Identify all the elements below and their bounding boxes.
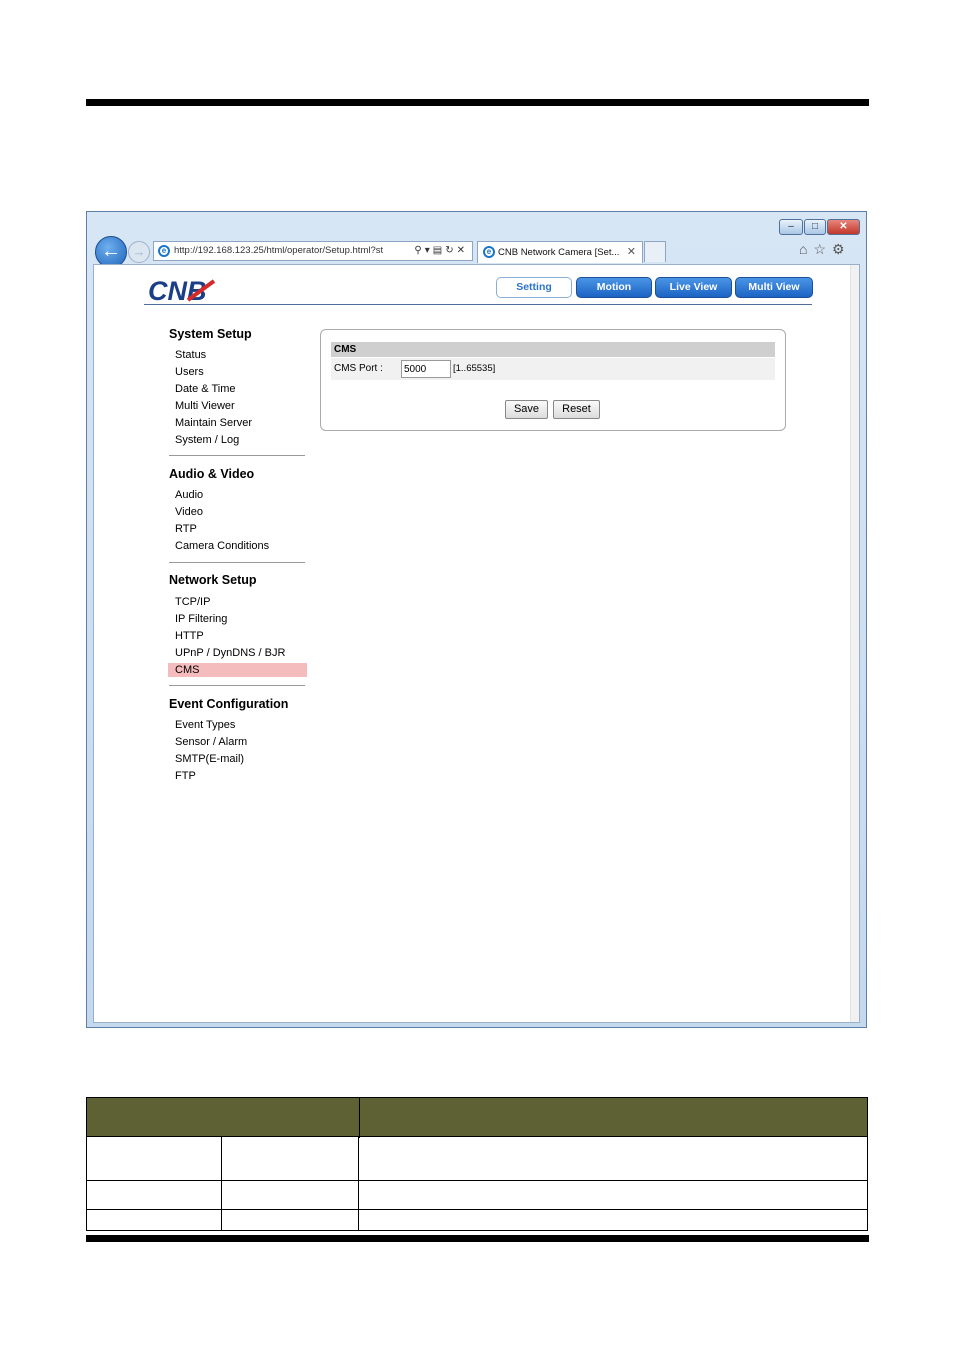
table-column-divider (221, 1137, 222, 1231)
tools-gear-icon[interactable]: ⚙ (832, 241, 851, 257)
menu-item-tcp-ip[interactable]: TCP/IP (175, 596, 210, 608)
menu-item-smtp-email[interactable]: SMTP(E-mail) (175, 753, 244, 765)
document-top-rule (86, 99, 869, 106)
nav-multi-view-button[interactable]: Multi View (735, 277, 813, 298)
search-icon[interactable]: ⚲ (414, 245, 424, 256)
home-icon[interactable]: ⌂ (799, 241, 813, 257)
menu-item-multi-viewer[interactable]: Multi Viewer (175, 400, 235, 412)
table-column-divider (358, 1137, 359, 1231)
cms-port-input[interactable] (401, 360, 451, 378)
menu-section-system-setup: System Setup (169, 327, 252, 341)
tab-title: CNB Network Camera [Set... (498, 247, 620, 258)
cms-port-label: CMS Port : (334, 363, 383, 374)
menu-item-camera-conditions[interactable]: Camera Conditions (175, 540, 269, 552)
menu-item-audio[interactable]: Audio (175, 489, 203, 501)
tab-close-icon[interactable]: ✕ (627, 242, 636, 263)
dropdown-icon[interactable]: ▾ (425, 245, 433, 256)
nav-setting-button[interactable]: Setting (496, 277, 572, 298)
table-header-row (86, 1097, 868, 1138)
menu-divider (169, 455, 305, 456)
close-button[interactable]: ✕ (827, 219, 860, 235)
menu-item-http[interactable]: HTTP (175, 630, 204, 642)
table-row-divider (86, 1209, 868, 1210)
menu-item-system-log[interactable]: System / Log (175, 434, 239, 446)
menu-section-audio-video: Audio & Video (169, 467, 255, 481)
document-table (86, 1097, 868, 1231)
document-bottom-rule (86, 1235, 869, 1242)
nav-live-view-button[interactable]: Live View (655, 277, 732, 298)
ie-logo-icon: e (483, 246, 495, 258)
menu-divider (169, 685, 305, 686)
menu-item-event-types[interactable]: Event Types (175, 719, 235, 731)
page-content: CNB Setting Motion Live View Multi View … (93, 264, 860, 1023)
menu-item-date-time[interactable]: Date & Time (175, 383, 236, 395)
nav-motion-button[interactable]: Motion (576, 277, 652, 298)
reset-button[interactable]: Reset (553, 400, 600, 419)
menu-section-event-configuration: Event Configuration (169, 697, 289, 711)
menu-divider (169, 562, 305, 563)
address-url: http://192.168.123.25/html/operator/Setu… (174, 245, 384, 256)
save-button[interactable]: Save (505, 400, 548, 419)
menu-item-users[interactable]: Users (175, 366, 204, 378)
refresh-icon[interactable]: ↻ (445, 245, 456, 256)
browser-window: – □ ✕ ← → e http://192.168.123.25/html/o… (86, 211, 867, 1028)
browser-tab[interactable]: e CNB Network Camera [Set... ✕ (477, 241, 643, 263)
new-tab-button[interactable] (644, 241, 666, 262)
browser-right-icons: ⌂☆⚙ (799, 241, 851, 258)
favorites-star-icon[interactable]: ☆ (813, 241, 832, 257)
ie-logo-icon: e (158, 245, 170, 257)
page-scrollbar[interactable] (850, 265, 859, 1022)
compat-icon[interactable]: ▤ (433, 245, 445, 256)
header-column-divider (359, 1098, 360, 1138)
menu-item-ftp[interactable]: FTP (175, 770, 196, 782)
cms-port-row: CMS Port : [1..65535] (331, 358, 775, 380)
cms-panel: CMS CMS Port : [1..65535] Save Reset (320, 329, 786, 431)
menu-section-network-setup: Network Setup (169, 573, 257, 587)
menu-item-rtp[interactable]: RTP (175, 523, 197, 535)
table-row-divider (86, 1180, 868, 1181)
maximize-button[interactable]: □ (804, 219, 826, 235)
menu-item-upnp-dyndns-bjr[interactable]: UPnP / DynDNS / BJR (175, 647, 285, 659)
stop-icon[interactable]: ✕ (457, 245, 468, 256)
address-tools: ⚲▾▤↻✕ (414, 242, 468, 260)
menu-item-cms[interactable]: CMS (168, 663, 307, 677)
menu-item-sensor-alarm[interactable]: Sensor / Alarm (175, 736, 247, 748)
menu-item-ip-filtering[interactable]: IP Filtering (175, 613, 227, 625)
table-border-left (86, 1137, 87, 1231)
header-divider (144, 304, 812, 305)
menu-item-status[interactable]: Status (175, 349, 206, 361)
table-border-right (867, 1137, 868, 1231)
forward-arrow-icon[interactable]: → (128, 241, 150, 263)
minimize-button[interactable]: – (779, 219, 803, 235)
cnb-logo: CNB (148, 277, 216, 303)
cms-port-range: [1..65535] (453, 363, 496, 374)
address-bar[interactable]: e http://192.168.123.25/html/operator/Se… (153, 241, 473, 261)
menu-item-video[interactable]: Video (175, 506, 203, 518)
logo-text: CNB (148, 277, 207, 303)
cms-panel-header: CMS (331, 342, 775, 357)
menu-item-maintain-server[interactable]: Maintain Server (175, 417, 252, 429)
table-row-divider (86, 1230, 868, 1231)
